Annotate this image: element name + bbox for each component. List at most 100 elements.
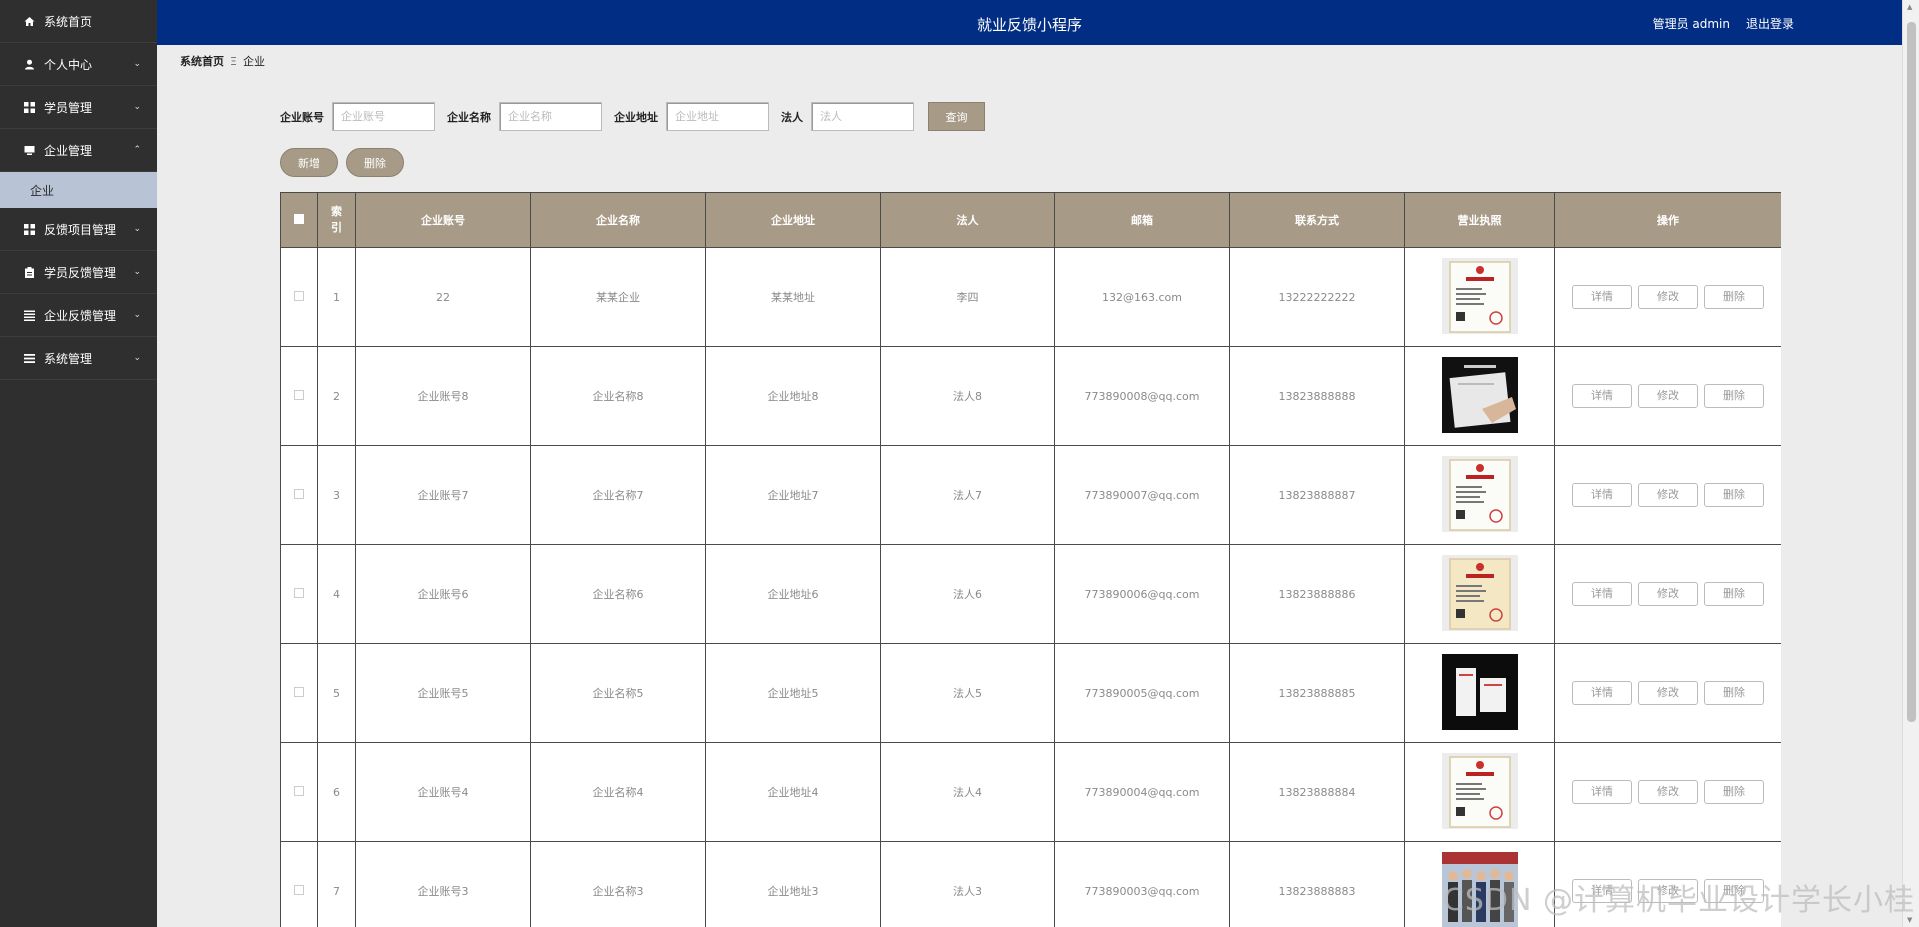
sidebar-item-enterprise[interactable]: 企业管理 ⌃ bbox=[0, 129, 157, 172]
sidebar-item-label: 学员反馈管理 bbox=[44, 265, 117, 280]
batch-delete-button[interactable]: 删除 bbox=[346, 148, 404, 177]
edit-button[interactable]: 修改 bbox=[1638, 285, 1698, 309]
query-button[interactable]: 查询 bbox=[928, 102, 985, 131]
cell-address: 企业地址7 bbox=[705, 445, 881, 545]
row-checkbox[interactable] bbox=[294, 884, 304, 895]
row-checkbox[interactable] bbox=[294, 686, 304, 697]
sidebar-item-label: 个人中心 bbox=[44, 57, 93, 72]
sidebar-item-feedback-projects[interactable]: 反馈项目管理 ⌄ bbox=[0, 208, 157, 251]
select-all-checkbox[interactable] bbox=[294, 213, 304, 224]
row-checkbox[interactable] bbox=[294, 389, 304, 400]
cell-email: 773890007@qq.com bbox=[1054, 445, 1230, 545]
cell-address: 企业地址6 bbox=[705, 544, 881, 644]
sidebar-item-label: 企业管理 bbox=[44, 143, 93, 158]
sidebar-item-students[interactable]: 学员管理 ⌄ bbox=[0, 86, 157, 129]
table-row[interactable]: 4 企业账号6 企业名称6 企业地址6 法人6 773890006@qq.com 13823… bbox=[280, 544, 1781, 644]
header-address: 企业地址 bbox=[705, 192, 881, 248]
legal-input[interactable] bbox=[811, 102, 914, 131]
row-checkbox[interactable] bbox=[294, 587, 304, 598]
edit-button[interactable]: 修改 bbox=[1638, 582, 1698, 606]
delete-button[interactable]: 删除 bbox=[1704, 780, 1764, 804]
name-input[interactable] bbox=[499, 102, 602, 131]
header-index: 索引 bbox=[317, 192, 356, 248]
detail-button[interactable]: 详情 bbox=[1572, 483, 1632, 507]
cell-index: 3 bbox=[317, 445, 356, 545]
logout-link[interactable]: 退出登录 bbox=[1746, 15, 1794, 32]
chevron-down-icon: ⌄ bbox=[133, 59, 141, 69]
cell-operations: 详情 修改 删除 bbox=[1554, 643, 1781, 743]
vertical-scrollbar[interactable]: ▲ ▼ bbox=[1902, 0, 1919, 927]
cell-operations: 详情 修改 删除 bbox=[1554, 742, 1781, 842]
cell-index: 2 bbox=[317, 346, 356, 446]
monitor-icon bbox=[24, 145, 35, 156]
delete-button[interactable]: 删除 bbox=[1704, 681, 1764, 705]
breadcrumb-home[interactable]: 系统首页 bbox=[180, 53, 224, 69]
cell-legal: 法人7 bbox=[880, 445, 1055, 545]
delete-button[interactable]: 删除 bbox=[1704, 483, 1764, 507]
chevron-down-icon: ⌄ bbox=[133, 310, 141, 320]
table-row[interactable]: 6 企业账号4 企业名称4 企业地址4 法人4 773890004@qq.com 13823… bbox=[280, 742, 1781, 842]
license-image[interactable] bbox=[1441, 257, 1518, 337]
sidebar-item-home[interactable]: 系统首页 bbox=[0, 0, 157, 43]
row-checkbox[interactable] bbox=[294, 290, 304, 301]
edit-button[interactable]: 修改 bbox=[1638, 384, 1698, 408]
scroll-up-icon[interactable]: ▲ bbox=[1907, 3, 1912, 11]
delete-button[interactable]: 删除 bbox=[1704, 285, 1764, 309]
sidebar-subitem-label: 企业 bbox=[30, 183, 55, 198]
sidebar-subitem-enterprise[interactable]: 企业 bbox=[0, 172, 157, 208]
header-operations: 操作 bbox=[1554, 192, 1781, 248]
cell-name: 企业名称8 bbox=[530, 346, 706, 446]
cell-email: 773890004@qq.com bbox=[1054, 742, 1230, 842]
sidebar-item-enterprise-feedback[interactable]: 企业反馈管理 ⌄ bbox=[0, 294, 157, 337]
cell-address: 企业地址3 bbox=[705, 841, 881, 927]
row-select-cell bbox=[280, 544, 318, 644]
address-input[interactable] bbox=[666, 102, 769, 131]
detail-button[interactable]: 详情 bbox=[1572, 780, 1632, 804]
account-input[interactable] bbox=[332, 102, 435, 131]
table-row[interactable]: 2 企业账号8 企业名称8 企业地址8 法人8 773890008@qq.com 13823… bbox=[280, 346, 1781, 446]
table-row[interactable]: 1 22 某某企业 某某地址 李四 132@163.com 13222222222 详情 修改删… bbox=[280, 247, 1781, 347]
delete-button[interactable]: 删除 bbox=[1704, 384, 1764, 408]
license-image[interactable] bbox=[1441, 356, 1518, 436]
cell-email: 773890005@qq.com bbox=[1054, 643, 1230, 743]
detail-button[interactable]: 详情 bbox=[1572, 285, 1632, 309]
detail-button[interactable]: 详情 bbox=[1572, 681, 1632, 705]
cell-operations: 详情 修改 删除 bbox=[1554, 544, 1781, 644]
license-image[interactable] bbox=[1441, 653, 1518, 733]
sidebar-item-student-feedback[interactable]: 学员反馈管理 ⌄ bbox=[0, 251, 157, 294]
scrollbar-thumb[interactable] bbox=[1907, 22, 1916, 722]
sidebar-item-system[interactable]: 系统管理 ⌄ bbox=[0, 337, 157, 380]
name-label: 企业名称 bbox=[447, 110, 491, 124]
license-image[interactable] bbox=[1441, 455, 1518, 535]
cell-index: 4 bbox=[317, 544, 356, 644]
row-checkbox[interactable] bbox=[294, 785, 304, 796]
table-row[interactable]: 3 企业账号7 企业名称7 企业地址7 法人7 773890007@qq.com 13823… bbox=[280, 445, 1781, 545]
table-row[interactable]: 5 企业账号5 企业名称5 企业地址5 法人5 773890005@qq.com 13823… bbox=[280, 643, 1781, 743]
add-button[interactable]: 新增 bbox=[280, 148, 338, 177]
cell-name: 企业名称7 bbox=[530, 445, 706, 545]
edit-button[interactable]: 修改 bbox=[1638, 780, 1698, 804]
delete-button[interactable]: 删除 bbox=[1704, 582, 1764, 606]
cell-legal: 法人5 bbox=[880, 643, 1055, 743]
edit-button[interactable]: 修改 bbox=[1638, 483, 1698, 507]
table-container: 索引 企业账号 企业名称 企业地址 法人 邮箱 联系方式 营业执照 操作 1 22… bbox=[280, 192, 1781, 927]
cell-index: 5 bbox=[317, 643, 356, 743]
license-image[interactable] bbox=[1441, 752, 1518, 832]
table-body: 1 22 某某企业 某某地址 李四 132@163.com 13222222222 详情 修改删… bbox=[280, 247, 1781, 927]
edit-button[interactable]: 修改 bbox=[1638, 681, 1698, 705]
sidebar-item-personal[interactable]: 个人中心 ⌄ bbox=[0, 43, 157, 86]
cell-license bbox=[1404, 445, 1555, 545]
license-image[interactable] bbox=[1441, 554, 1518, 634]
legal-label: 法人 bbox=[781, 110, 803, 124]
detail-button[interactable]: 详情 bbox=[1572, 384, 1632, 408]
breadcrumb-current: 企业 bbox=[242, 55, 265, 68]
detail-button[interactable]: 详情 bbox=[1572, 582, 1632, 606]
search-bar: 企业账号 企业名称 企业地址 法人 查询 bbox=[280, 102, 985, 131]
cell-account: 企业账号4 bbox=[355, 742, 531, 842]
sidebar-item-label: 反馈项目管理 bbox=[44, 222, 117, 237]
row-checkbox[interactable] bbox=[294, 488, 304, 499]
cell-license bbox=[1404, 643, 1555, 743]
cell-name: 企业名称6 bbox=[530, 544, 706, 644]
table-header-row: 索引 企业账号 企业名称 企业地址 法人 邮箱 联系方式 营业执照 操作 bbox=[280, 192, 1781, 248]
app-title: 就业反馈小程序 bbox=[976, 16, 1082, 34]
